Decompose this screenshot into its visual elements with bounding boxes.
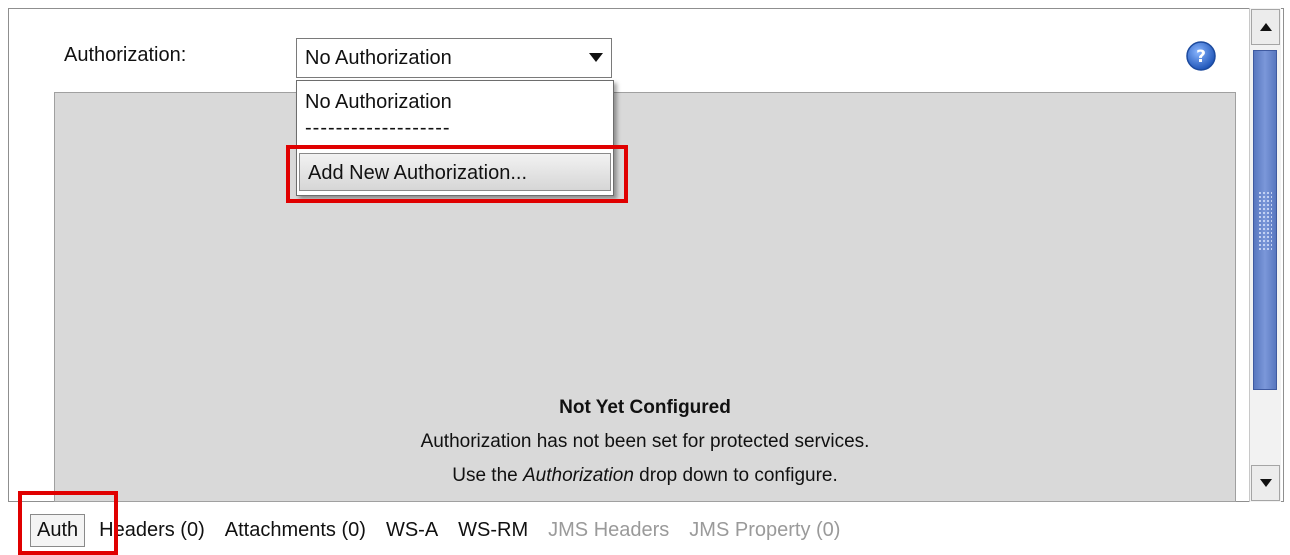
help-icon[interactable]: ? (1185, 40, 1217, 72)
add-new-highlight-box (286, 145, 628, 203)
dropdown-separator: ------------------- (305, 117, 451, 139)
authorization-panel: Not Yet Configured Authorization has not… (54, 92, 1236, 502)
arrow-up-icon[interactable] (1251, 9, 1280, 45)
authorization-label: Authorization: (64, 44, 187, 66)
not-configured-line2: Use the Authorization drop down to confi… (55, 459, 1235, 493)
line2-prefix: Use the (452, 465, 523, 486)
not-configured-title: Not Yet Configured (559, 397, 731, 418)
authorization-select[interactable]: No Authorization (296, 38, 612, 78)
auth-tab-highlight-box (18, 491, 118, 555)
tab-jms-property: JMS Property (0) (689, 518, 841, 541)
not-configured-message: Not Yet Configured Authorization has not… (55, 391, 1235, 493)
line2-emphasis: Authorization (523, 465, 634, 486)
dropdown-option-no-authorization[interactable]: No Authorization (297, 91, 613, 114)
chevron-down-icon[interactable] (581, 53, 611, 63)
grip-icon (1258, 191, 1272, 251)
bottom-tab-bar: Auth Headers (0) Attachments (0) WS-A WS… (30, 510, 860, 550)
authorization-select-value: No Authorization (305, 46, 452, 69)
scrollbar-thumb[interactable] (1253, 50, 1277, 390)
not-configured-line1: Authorization has not been set for prote… (420, 431, 870, 452)
tab-ws-a[interactable]: WS-A (386, 519, 438, 542)
tab-jms-headers: JMS Headers (548, 518, 670, 541)
tab-ws-rm[interactable]: WS-RM (458, 519, 528, 542)
arrow-down-icon[interactable] (1251, 465, 1280, 501)
tab-attachments[interactable]: Attachments (0) (225, 519, 366, 542)
svg-text:?: ? (1196, 47, 1206, 67)
vertical-scrollbar[interactable] (1249, 8, 1281, 502)
line2-suffix: drop down to configure. (633, 465, 838, 486)
